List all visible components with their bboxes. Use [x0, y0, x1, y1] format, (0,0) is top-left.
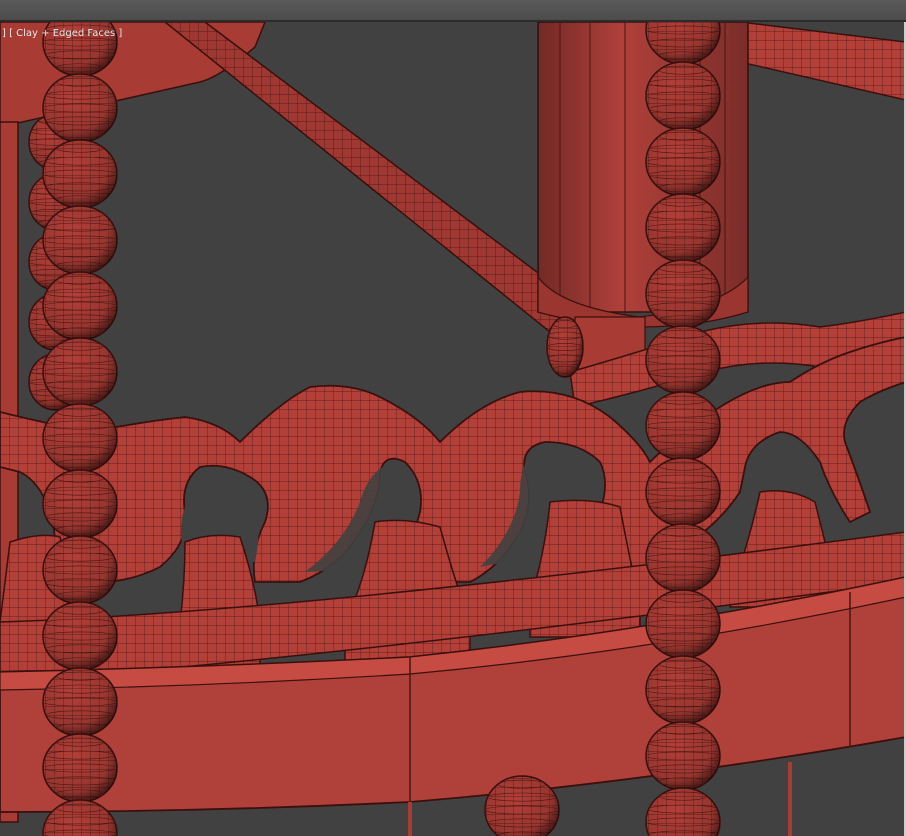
3d-viewport[interactable]	[0, 22, 906, 836]
top-right-beam	[739, 22, 906, 101]
viewport-scene	[0, 22, 906, 836]
bead-chain-right	[645, 22, 721, 836]
viewport-shading-label[interactable]: ] [ Clay + Edged Faces ]	[2, 28, 122, 39]
viewport-title-bar	[0, 0, 906, 22]
